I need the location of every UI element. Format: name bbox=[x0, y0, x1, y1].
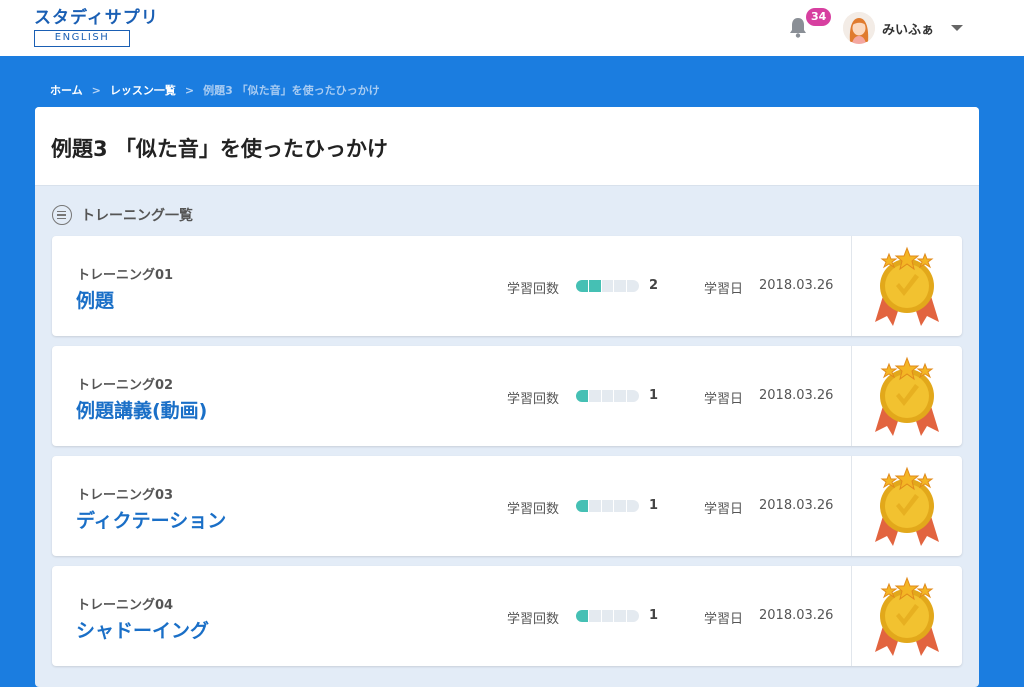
study-count-label: 学習回数 bbox=[507, 612, 560, 627]
avatar-image bbox=[843, 12, 875, 44]
avatar[interactable] bbox=[843, 12, 875, 44]
breadcrumb: ホーム > レッスン一覧 > 例題3 「似た音」を使ったひっかけ bbox=[50, 82, 380, 98]
gold-medal-icon bbox=[875, 576, 939, 656]
study-date-label: 学習日 bbox=[704, 392, 744, 407]
study-date-value: 2018.03.26 bbox=[759, 498, 834, 513]
study-date-label: 学習日 bbox=[704, 612, 744, 627]
lesson-header: 例題3 「似た音」を使ったひっかけ bbox=[35, 107, 979, 186]
study-count-bar bbox=[576, 390, 639, 402]
study-date-value: 2018.03.26 bbox=[759, 388, 834, 403]
study-count-bar bbox=[576, 500, 639, 512]
breadcrumb-home[interactable]: ホーム bbox=[50, 82, 83, 98]
lesson-card: 例題3 「似た音」を使ったひっかけ トレーニング一覧 トレーニング01 例題 学… bbox=[35, 107, 979, 687]
studysapuri-logo[interactable]: スタディサプリ ENGLISH bbox=[34, 8, 159, 47]
breadcrumb-current: 例題3 「似た音」を使ったひっかけ bbox=[203, 84, 380, 97]
study-count-value: 1 bbox=[649, 608, 659, 623]
training-row[interactable]: トレーニング04 シャドーイング 学習回数 1 学習日 2018.03.26 bbox=[52, 566, 962, 666]
gold-medal-icon bbox=[875, 246, 939, 326]
username[interactable]: みいふぁ bbox=[882, 19, 934, 38]
study-count-bar bbox=[576, 610, 639, 622]
training-row[interactable]: トレーニング03 ディクテーション 学習回数 1 学習日 2018.03.26 bbox=[52, 456, 962, 556]
training-title[interactable]: シャドーイング bbox=[76, 616, 209, 643]
training-number: トレーニング01 bbox=[77, 268, 174, 283]
training-row[interactable]: トレーニング01 例題 学習回数 2 学習日 2018.03.26 bbox=[52, 236, 962, 336]
medal-cell bbox=[851, 456, 962, 556]
training-title[interactable]: 例題講義(動画) bbox=[76, 396, 207, 423]
study-count-bar bbox=[576, 280, 639, 292]
list-icon bbox=[52, 205, 72, 225]
study-count-label: 学習回数 bbox=[507, 502, 560, 517]
study-count-value: 2 bbox=[649, 278, 659, 293]
top-header: スタディサプリ ENGLISH 34 みいふぁ bbox=[0, 0, 1024, 56]
study-date-label: 学習日 bbox=[704, 282, 744, 297]
training-number: トレーニング04 bbox=[77, 598, 174, 613]
gold-medal-icon bbox=[875, 466, 939, 546]
notification-badge[interactable]: 34 bbox=[806, 8, 832, 26]
training-title[interactable]: ディクテーション bbox=[76, 506, 226, 533]
medal-cell bbox=[851, 236, 962, 336]
training-list-title: トレーニング一覧 bbox=[81, 208, 193, 224]
training-row[interactable]: トレーニング02 例題講義(動画) 学習回数 1 学習日 2018.03.26 bbox=[52, 346, 962, 446]
page-title: 例題3 「似た音」を使ったひっかけ bbox=[51, 137, 388, 161]
training-list-header: トレーニング一覧 bbox=[52, 205, 193, 225]
training-title[interactable]: 例題 bbox=[76, 286, 114, 313]
study-count-label: 学習回数 bbox=[507, 392, 560, 407]
breadcrumb-lessons[interactable]: レッスン一覧 bbox=[110, 82, 176, 98]
logo-subtitle: ENGLISH bbox=[34, 30, 130, 47]
study-date-value: 2018.03.26 bbox=[759, 608, 834, 623]
training-number: トレーニング03 bbox=[77, 488, 174, 503]
bell-icon[interactable] bbox=[788, 16, 808, 38]
study-date-value: 2018.03.26 bbox=[759, 278, 834, 293]
logo-text: スタディサプリ bbox=[34, 8, 159, 28]
medal-cell bbox=[851, 566, 962, 666]
study-count-label: 学習回数 bbox=[507, 282, 560, 297]
gold-medal-icon bbox=[875, 356, 939, 436]
study-date-label: 学習日 bbox=[704, 502, 744, 517]
chevron-right-icon: > bbox=[91, 83, 101, 97]
study-count-value: 1 bbox=[649, 388, 659, 403]
chevron-right-icon: > bbox=[184, 83, 195, 97]
medal-cell bbox=[851, 346, 962, 446]
training-number: トレーニング02 bbox=[77, 378, 174, 393]
study-count-value: 1 bbox=[649, 498, 659, 513]
chevron-down-icon[interactable] bbox=[951, 25, 963, 31]
